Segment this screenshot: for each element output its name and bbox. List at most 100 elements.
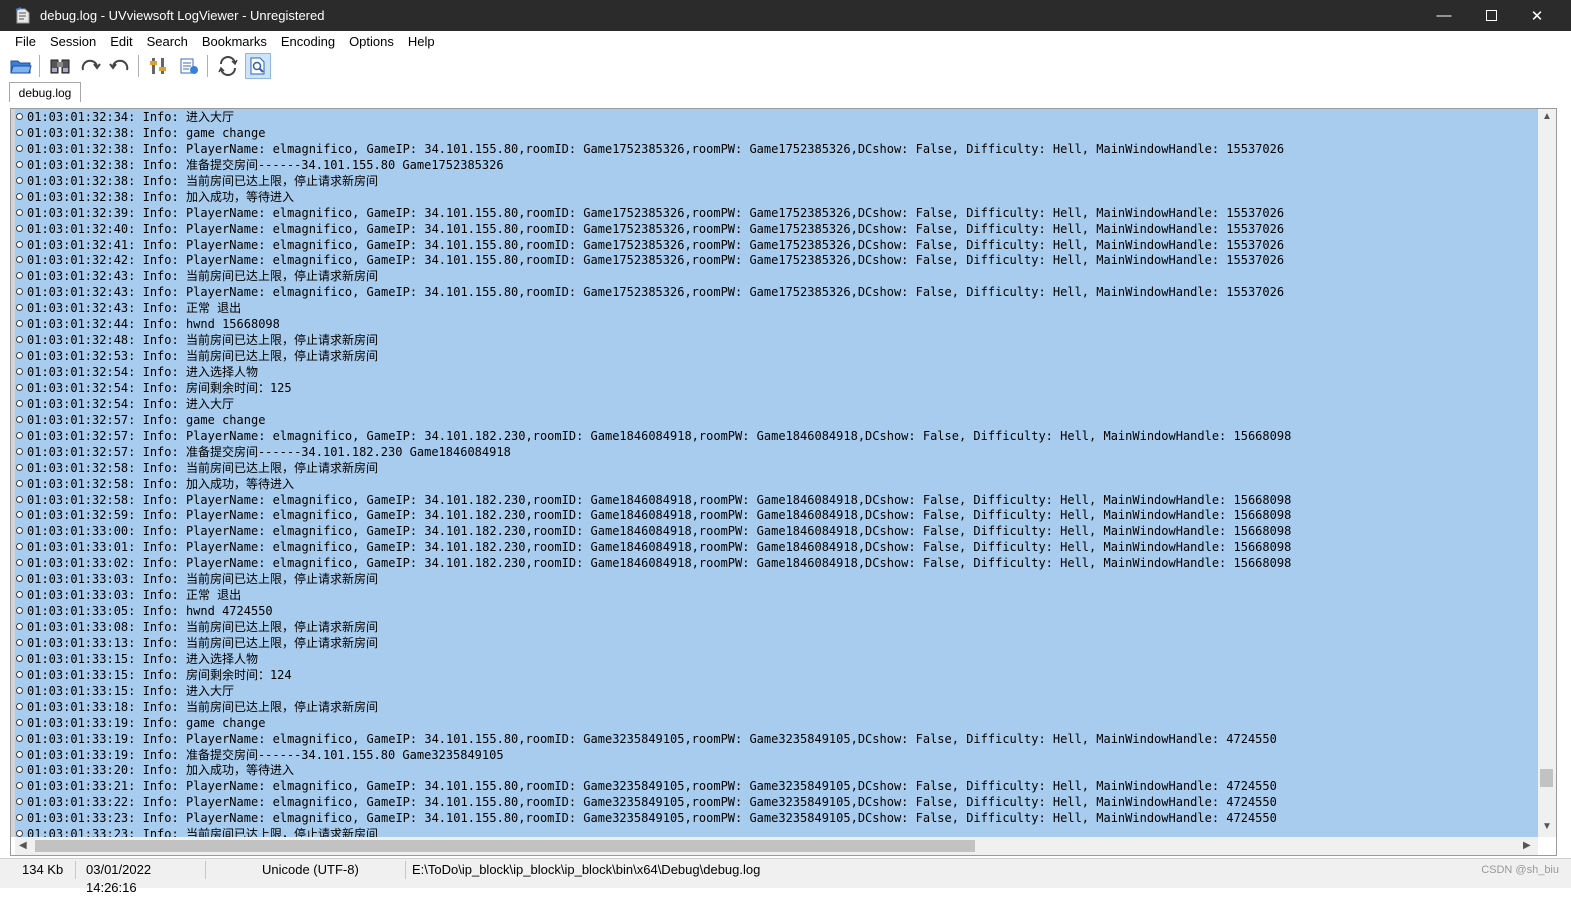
settings-button[interactable] <box>176 53 202 79</box>
bookmark-marker-icon[interactable] <box>16 543 23 551</box>
bookmark-marker-icon[interactable] <box>16 575 23 583</box>
bookmark-marker-icon[interactable] <box>16 623 23 630</box>
log-line[interactable]: 01:03:01:32:48: Info: 当前房间已达上限，停止请求新房间 <box>15 332 1538 348</box>
log-line[interactable]: 01:03:01:32:43: Info: 当前房间已达上限，停止请求新房间 <box>15 268 1538 284</box>
log-view[interactable]: 01:03:01:32:34: Info: 进入大厅 01:03:01:32:38… <box>10 108 1557 856</box>
log-line[interactable]: 01:03:01:33:19: Info: PlayerName: elmagn… <box>15 731 1538 747</box>
log-line[interactable]: 01:03:01:32:40: Info: PlayerName: elmagn… <box>15 221 1538 237</box>
bookmark-marker-icon[interactable] <box>16 479 23 487</box>
log-line[interactable]: 01:03:01:32:53: Info: 当前房间已达上限，停止请求新房间 <box>15 348 1538 364</box>
scroll-right-icon[interactable]: ▶ <box>1523 840 1531 851</box>
log-line[interactable]: 01:03:01:33:13: Info: 当前房间已达上限，停止请求新房间 <box>15 635 1538 651</box>
bookmark-marker-icon[interactable] <box>16 383 23 391</box>
bookmark-marker-icon[interactable] <box>16 750 23 758</box>
bookmark-marker-icon[interactable] <box>16 798 23 806</box>
bookmark-marker-icon[interactable] <box>16 766 23 774</box>
bookmark-marker-icon[interactable] <box>16 718 23 726</box>
scroll-up-icon[interactable]: ▲ <box>1542 111 1552 122</box>
log-line[interactable]: 01:03:01:32:57: Info: game change <box>15 412 1538 428</box>
log-line[interactable]: 01:03:01:33:15: Info: 进入大厅 <box>15 683 1538 699</box>
bookmark-marker-icon[interactable] <box>16 830 23 837</box>
log-line[interactable]: 01:03:01:32:39: Info: PlayerName: elmagn… <box>15 205 1538 221</box>
horizontal-scrollbar[interactable]: ◀ ▶ <box>15 837 1538 855</box>
bookmark-marker-icon[interactable] <box>16 144 23 152</box>
bookmark-marker-icon[interactable] <box>16 160 23 168</box>
bookmark-marker-icon[interactable] <box>16 399 23 407</box>
bookmark-marker-icon[interactable] <box>16 272 23 280</box>
bookmark-marker-icon[interactable] <box>16 288 23 296</box>
bookmark-marker-icon[interactable] <box>16 654 23 662</box>
menu-session[interactable]: Session <box>43 34 103 49</box>
bookmark-marker-icon[interactable] <box>16 128 23 136</box>
log-line[interactable]: 01:03:01:32:58: Info: 加入成功，等待进入 <box>15 476 1538 492</box>
bookmark-marker-icon[interactable] <box>16 607 23 615</box>
scroll-down-icon[interactable]: ▼ <box>1542 821 1552 832</box>
maximize-button[interactable] <box>1468 0 1514 31</box>
bookmark-marker-icon[interactable] <box>16 463 23 471</box>
vertical-scroll-thumb[interactable] <box>1540 769 1553 787</box>
bookmark-marker-icon[interactable] <box>16 352 23 360</box>
log-line[interactable]: 01:03:01:32:43: Info: 正常 退出 <box>15 300 1538 316</box>
log-line[interactable]: 01:03:01:32:58: Info: PlayerName: elmagn… <box>15 492 1538 508</box>
log-line[interactable]: 01:03:01:33:15: Info: 房间剩余时间：124 <box>15 667 1538 683</box>
tab-debug-log[interactable]: debug.log <box>9 82 81 102</box>
bookmark-marker-icon[interactable] <box>16 511 23 519</box>
menu-file[interactable]: File <box>0 34 43 49</box>
bookmark-marker-icon[interactable] <box>16 559 23 567</box>
log-line[interactable]: 01:03:01:32:44: Info: hwnd 15668098 <box>15 316 1538 332</box>
menu-help[interactable]: Help <box>401 34 442 49</box>
log-line[interactable]: 01:03:01:33:20: Info: 加入成功，等待进入 <box>15 762 1538 778</box>
log-line[interactable]: 01:03:01:33:19: Info: game change <box>15 715 1538 731</box>
log-line[interactable]: 01:03:01:32:38: Info: 加入成功，等待进入 <box>15 189 1538 205</box>
log-line[interactable]: 01:03:01:32:58: Info: 当前房间已达上限，停止请求新房间 <box>15 460 1538 476</box>
log-line[interactable]: 01:03:01:32:54: Info: 进入选择人物 <box>15 364 1538 380</box>
bookmark-marker-icon[interactable] <box>16 415 23 423</box>
bookmark-marker-icon[interactable] <box>16 702 23 710</box>
bookmark-marker-icon[interactable] <box>16 686 23 694</box>
bookmark-marker-icon[interactable] <box>16 113 23 120</box>
log-line[interactable]: 01:03:01:32:59: Info: PlayerName: elmagn… <box>15 507 1538 523</box>
find-next-button[interactable] <box>77 53 103 79</box>
bookmark-marker-icon[interactable] <box>16 670 23 678</box>
log-line[interactable]: 01:03:01:33:21: Info: PlayerName: elmagn… <box>15 778 1538 794</box>
bookmark-marker-icon[interactable] <box>16 208 23 216</box>
menu-bookmarks[interactable]: Bookmarks <box>195 34 274 49</box>
bookmark-marker-icon[interactable] <box>16 814 23 822</box>
bookmark-marker-icon[interactable] <box>16 782 23 790</box>
vertical-scrollbar[interactable]: ▲ ▼ <box>1538 109 1556 837</box>
bookmark-marker-icon[interactable] <box>16 224 23 232</box>
log-line[interactable]: 01:03:01:32:38: Info: 准备提交房间------34.101… <box>15 157 1538 173</box>
bookmark-marker-icon[interactable] <box>16 368 23 375</box>
bookmark-marker-icon[interactable] <box>16 256 23 264</box>
log-line[interactable]: 01:03:01:32:43: Info: PlayerName: elmagn… <box>15 284 1538 300</box>
log-line[interactable]: 01:03:01:33:23: Info: 当前房间已达上限，停止请求新房间 <box>15 826 1538 837</box>
bookmark-marker-icon[interactable] <box>16 336 23 344</box>
menu-encoding[interactable]: Encoding <box>274 34 342 49</box>
horizontal-scroll-thumb[interactable] <box>35 840 975 852</box>
log-line[interactable]: 01:03:01:32:42: Info: PlayerName: elmagn… <box>15 252 1538 268</box>
log-lines[interactable]: 01:03:01:32:34: Info: 进入大厅 01:03:01:32:38… <box>15 109 1538 837</box>
log-line[interactable]: 01:03:01:32:57: Info: PlayerName: elmagn… <box>15 428 1538 444</box>
bookmark-marker-icon[interactable] <box>16 320 23 328</box>
menu-edit[interactable]: Edit <box>103 34 139 49</box>
log-line[interactable]: 01:03:01:33:01: Info: PlayerName: elmagn… <box>15 539 1538 555</box>
log-line[interactable]: 01:03:01:32:54: Info: 进入大厅 <box>15 396 1538 412</box>
refresh-button[interactable] <box>215 53 241 79</box>
log-line[interactable]: 01:03:01:32:38: Info: game change <box>15 125 1538 141</box>
bookmark-marker-icon[interactable] <box>16 447 23 455</box>
close-button[interactable]: ✕ <box>1514 0 1560 31</box>
follow-tail-button[interactable] <box>245 53 271 79</box>
bookmark-marker-icon[interactable] <box>16 192 23 200</box>
log-line[interactable]: 01:03:01:33:18: Info: 当前房间已达上限，停止请求新房间 <box>15 699 1538 715</box>
log-line[interactable]: 01:03:01:33:22: Info: PlayerName: elmagn… <box>15 794 1538 810</box>
bookmark-marker-icon[interactable] <box>16 734 23 742</box>
find-button[interactable] <box>47 53 73 79</box>
log-line[interactable]: 01:03:01:33:03: Info: 正常 退出 <box>15 587 1538 603</box>
find-previous-button[interactable] <box>107 53 133 79</box>
log-line[interactable]: 01:03:01:32:54: Info: 房间剩余时间：125 <box>15 380 1538 396</box>
log-line[interactable]: 01:03:01:33:02: Info: PlayerName: elmagn… <box>15 555 1538 571</box>
bookmark-marker-icon[interactable] <box>16 591 23 599</box>
log-line[interactable]: 01:03:01:33:19: Info: 准备提交房间------34.101… <box>15 747 1538 763</box>
log-line[interactable]: 01:03:01:33:15: Info: 进入选择人物 <box>15 651 1538 667</box>
log-line[interactable]: 01:03:01:33:05: Info: hwnd 4724550 <box>15 603 1538 619</box>
